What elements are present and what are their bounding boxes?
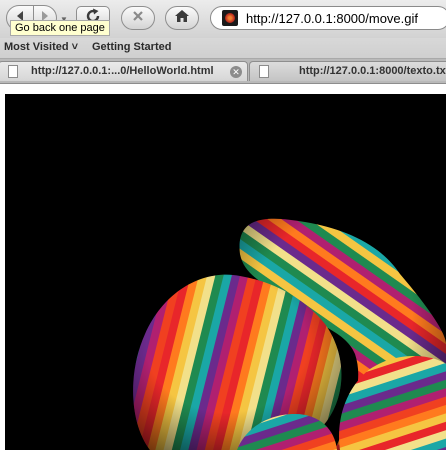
document-icon xyxy=(259,65,269,78)
document-icon xyxy=(8,65,18,78)
stop-icon xyxy=(132,9,144,27)
back-button-tooltip: Go back one page xyxy=(10,20,110,36)
stop-button[interactable] xyxy=(121,6,155,30)
tab-helloworld[interactable]: http://127.0.0.1:...0/HelloWorld.html ✕ xyxy=(0,61,248,81)
bookmark-getting-started[interactable]: Getting Started xyxy=(92,41,171,53)
torus-lower-tube xyxy=(339,355,446,450)
home-icon xyxy=(174,9,190,28)
page-content xyxy=(0,84,446,450)
url-text[interactable]: http://127.0.0.1:8000/move.gif xyxy=(246,11,418,26)
tab-bar: http://127.0.0.1:...0/HelloWorld.html ✕ … xyxy=(0,59,446,84)
rainbow-torus-graphic xyxy=(133,218,446,450)
animated-gif-image xyxy=(5,94,446,450)
tab-title: http://127.0.0.1:8000/texto.txt xyxy=(299,65,446,77)
close-tab-icon[interactable]: ✕ xyxy=(230,66,242,78)
bookmark-most-visited[interactable]: Most Visited ˅ xyxy=(4,41,78,53)
bookmarks-toolbar: Most Visited ˅ Getting Started xyxy=(0,38,446,59)
tab-title: http://127.0.0.1:...0/HelloWorld.html xyxy=(31,65,214,77)
navigation-toolbar: ▼ http://127.0.0.1:8000/move.gif Go back… xyxy=(0,0,446,38)
tab-texto[interactable]: http://127.0.0.1:8000/texto.txt xyxy=(249,61,446,81)
address-bar[interactable]: http://127.0.0.1:8000/move.gif xyxy=(210,6,446,30)
home-button[interactable] xyxy=(165,6,199,30)
site-favicon-icon xyxy=(222,10,238,26)
